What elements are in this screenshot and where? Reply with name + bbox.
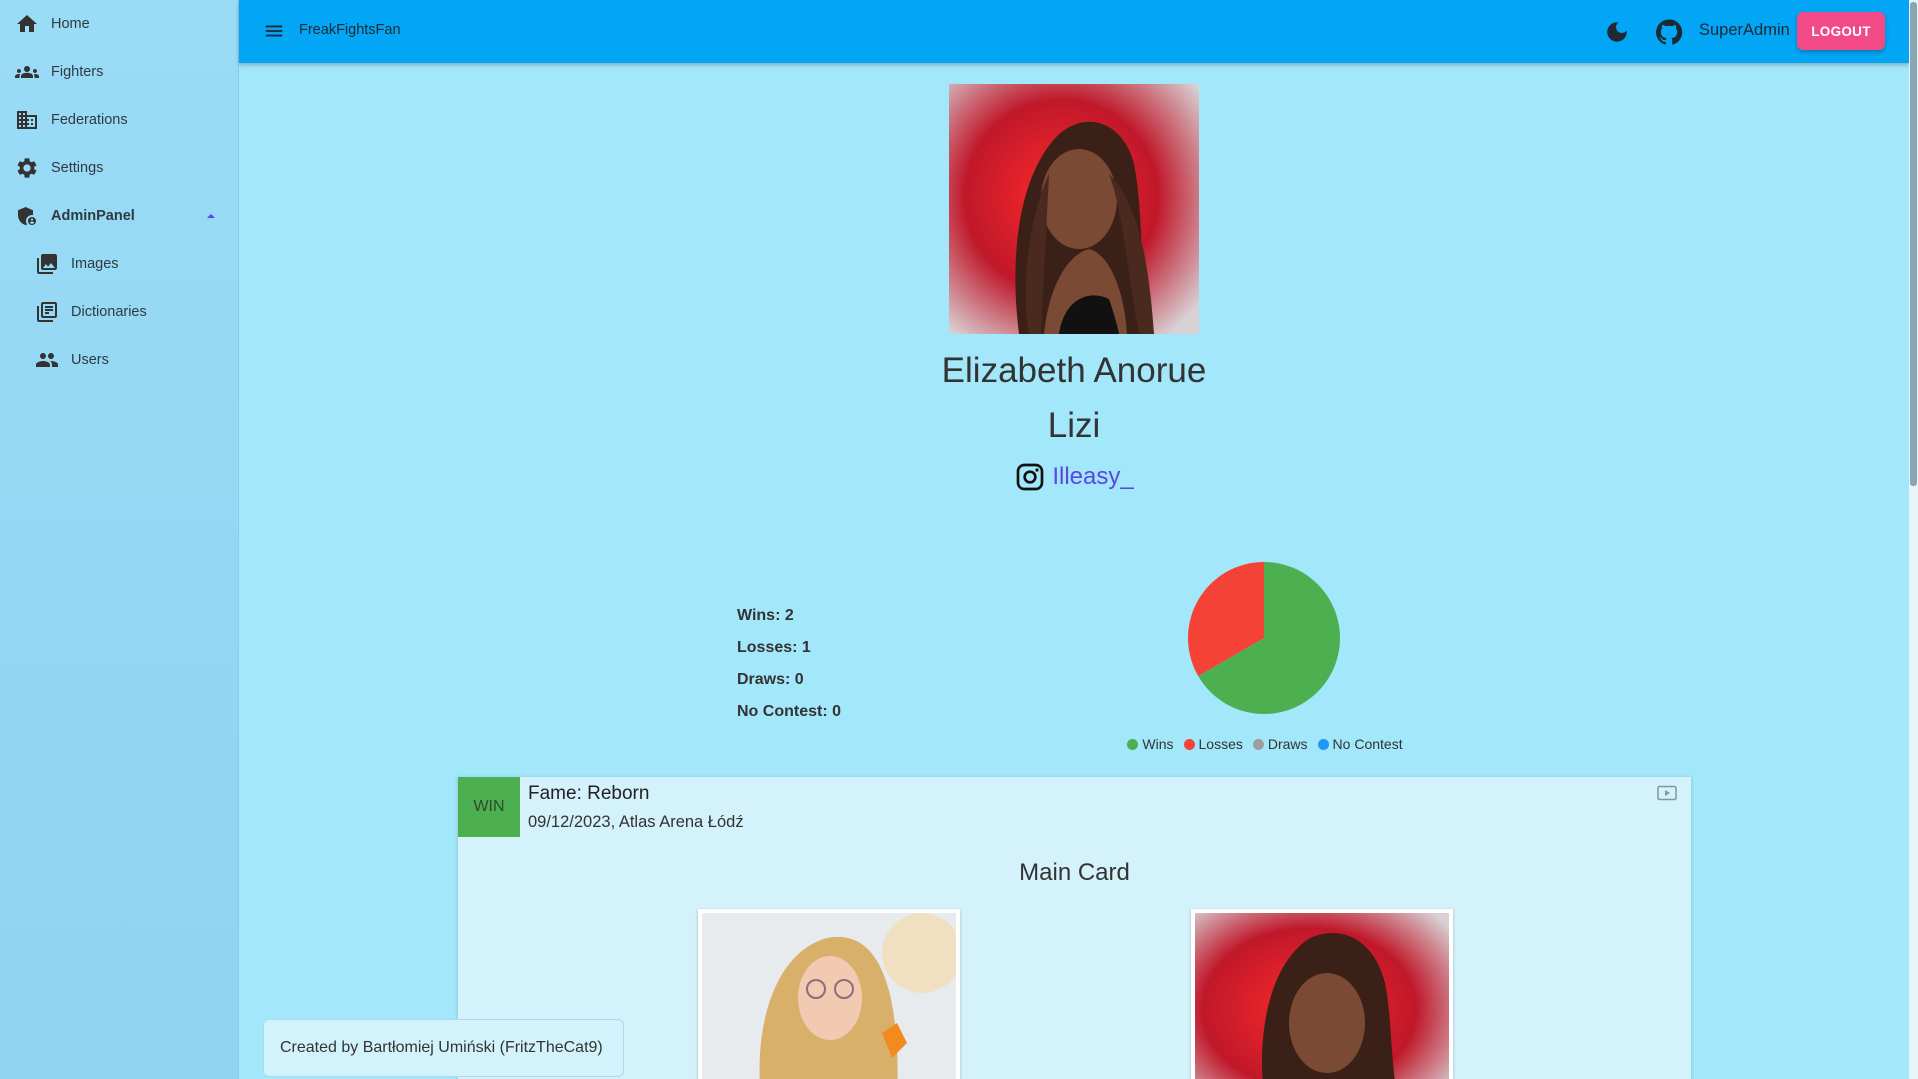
- sidebar-item-label: Dictionaries: [71, 304, 147, 320]
- chevron-up-icon[interactable]: [205, 212, 217, 220]
- legend-item-losses[interactable]: Losses: [1183, 734, 1243, 754]
- home-icon: [17, 15, 37, 32]
- legend-dot: [1183, 738, 1195, 750]
- sidebar-item-label: Home: [51, 16, 90, 32]
- stat-wins: Wins: 2: [737, 607, 794, 624]
- opponent-thumbnail[interactable]: [698, 909, 960, 1079]
- sidebar-item-images[interactable]: Images: [0, 240, 239, 288]
- legend-label: Losses: [1198, 736, 1243, 752]
- sidebar-item-label: Fighters: [51, 64, 104, 80]
- sidebar-item-label: Images: [71, 256, 119, 272]
- sidebar-item-settings[interactable]: Settings: [0, 144, 239, 192]
- instagram-link[interactable]: Illeasy_: [1052, 463, 1133, 491]
- instagram-row: Illeasy_: [739, 457, 1409, 497]
- event-name[interactable]: Fame: Reborn: [528, 783, 649, 805]
- video-icon[interactable]: [1657, 785, 1677, 801]
- legend-dot: [1127, 738, 1139, 750]
- fighter-nickname: Lizi: [1047, 406, 1101, 445]
- github-icon[interactable]: [1655, 18, 1683, 46]
- library-books-icon: [37, 302, 57, 322]
- stat-no-contest: No Contest: 0: [737, 703, 841, 720]
- card-section-title: Main Card: [1019, 859, 1130, 886]
- dark-mode-icon[interactable]: [1604, 19, 1630, 45]
- sidebar-item-federations[interactable]: Federations: [0, 96, 239, 144]
- menu-icon[interactable]: [263, 20, 285, 42]
- legend-label: Draws: [1267, 736, 1308, 752]
- record-pie-chart: [1188, 562, 1340, 714]
- sidebar-item-label: AdminPanel: [51, 208, 135, 224]
- sidebar-item-label: Users: [71, 352, 109, 368]
- people-icon: [36, 353, 58, 367]
- result-badge: WIN: [458, 777, 520, 837]
- scrollbar-thumb[interactable]: [1910, 2, 1917, 486]
- username: SuperAdmin: [1699, 21, 1790, 39]
- sidebar: Home Fighters Federations Settings Admin…: [0, 0, 239, 1079]
- legend-label: No Contest: [1332, 736, 1403, 752]
- groups-icon: [14, 66, 39, 78]
- sidebar-item-label: Settings: [51, 160, 104, 176]
- sidebar-item-fighters[interactable]: Fighters: [0, 48, 239, 96]
- legend-dot: [1252, 738, 1264, 750]
- sidebar-item-home[interactable]: Home: [0, 0, 239, 48]
- legend-item-no-contest[interactable]: No Contest: [1317, 734, 1403, 754]
- stat-draws: Draws: 0: [737, 671, 804, 688]
- fighter-name: Elizabeth Anorue: [941, 351, 1207, 390]
- logout-button[interactable]: LOGOUT: [1797, 12, 1885, 50]
- top-app-bar: FreakFightsFan SuperAdmin LOGOUT: [239, 0, 1909, 63]
- admin-shield-icon: [18, 207, 36, 225]
- event-meta: 09/12/2023, Atlas Arena Łódź: [528, 813, 744, 831]
- sidebar-item-dictionaries[interactable]: Dictionaries: [0, 288, 239, 336]
- photo-library-icon: [37, 254, 57, 274]
- fighter-portrait: [949, 84, 1199, 334]
- sidebar-item-adminpanel[interactable]: AdminPanel: [0, 192, 239, 240]
- legend-dot: [1317, 738, 1329, 750]
- pie-legend: Wins Losses Draws No Contest: [1100, 734, 1430, 754]
- legend-item-wins[interactable]: Wins: [1127, 734, 1174, 754]
- sidebar-item-label: Federations: [51, 112, 128, 128]
- legend-label: Wins: [1142, 736, 1174, 752]
- stat-losses: Losses: 1: [737, 639, 811, 656]
- gear-icon: [17, 158, 37, 178]
- instagram-icon[interactable]: [1014, 461, 1046, 493]
- fight-card: WIN Fame: Reborn 09/12/2023, Atlas Arena…: [458, 777, 1691, 1079]
- app-title[interactable]: FreakFightsFan: [299, 22, 401, 38]
- credits-snackbar: Created by Bartłomiej Umiński (FritzTheC…: [263, 1019, 624, 1077]
- legend-item-draws[interactable]: Draws: [1252, 734, 1308, 754]
- sidebar-item-users[interactable]: Users: [0, 336, 239, 384]
- fighter-thumbnail[interactable]: [1191, 909, 1453, 1079]
- domain-icon: [17, 111, 37, 129]
